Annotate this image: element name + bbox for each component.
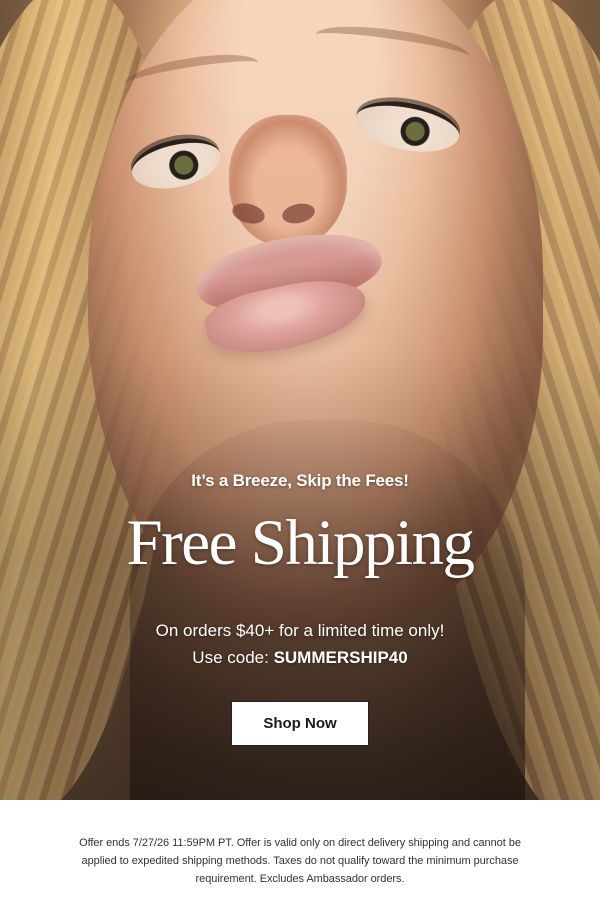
promo-subcopy: On orders $40+ for a limited time only! … (0, 617, 600, 671)
promo-code-line: Use code: SUMMERSHIP40 (0, 644, 600, 671)
hero-readability-overlay (0, 0, 600, 800)
hero-section: It’s a Breeze, Skip the Fees! Free Shipp… (0, 0, 600, 800)
legal-footer: Offer ends 7/27/26 11:59PM PT. Offer is … (0, 800, 600, 918)
promo-code: SUMMERSHIP40 (273, 648, 408, 667)
offer-line: On orders $40+ for a limited time only! (155, 621, 445, 640)
shop-now-button[interactable]: Shop Now (231, 701, 369, 746)
promo-headline: Free Shipping (126, 507, 475, 579)
legal-disclaimer: Offer ends 7/27/26 11:59PM PT. Offer is … (79, 837, 521, 885)
promo-eyebrow: It’s a Breeze, Skip the Fees! (191, 471, 409, 490)
promo-code-prefix: Use code: (192, 648, 274, 667)
